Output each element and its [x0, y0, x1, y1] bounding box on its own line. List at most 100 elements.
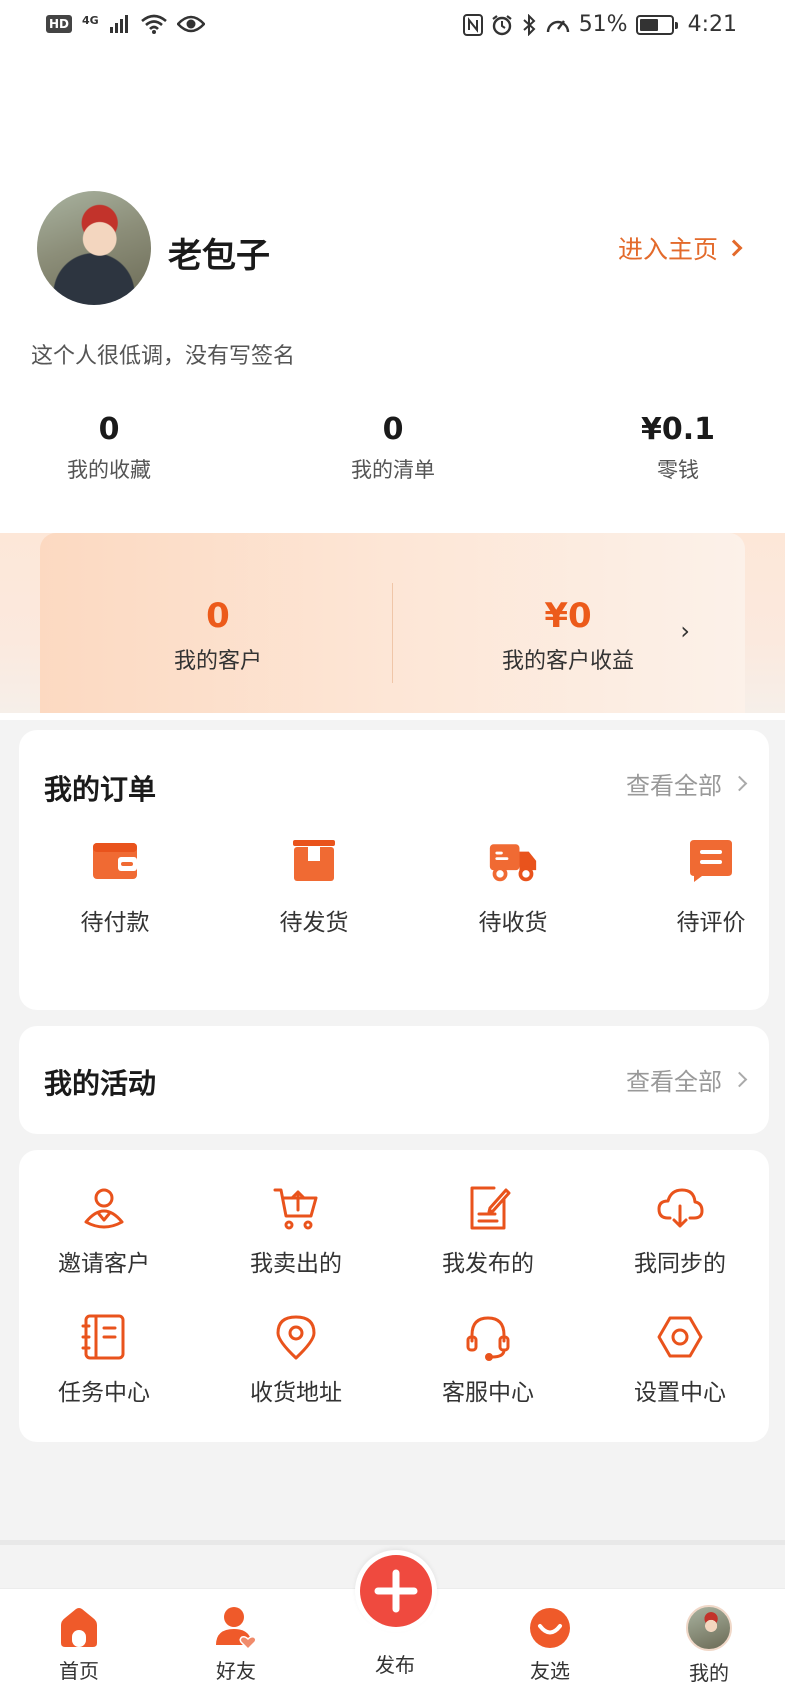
activities-title: 我的活动: [44, 1067, 157, 1100]
services-card: 邀请客户 我卖出的 我发布的 我同步的 任务中心 收货地址 客服中心 设置中心: [19, 1150, 769, 1442]
service-label: 我同步的: [634, 1251, 726, 1277]
stat-favorites[interactable]: 0 我的收藏: [9, 410, 209, 484]
stat-label: 我的收藏: [67, 458, 151, 482]
customer-banner: 0 我的客户 ¥0 我的客户收益 ›: [0, 533, 785, 713]
service-sold-by-me[interactable]: 我卖出的: [211, 1184, 381, 1278]
alarm-icon: [492, 14, 512, 35]
publish-button-ring[interactable]: [355, 1550, 437, 1632]
notebook-icon: [81, 1314, 125, 1360]
comment-icon: [690, 840, 732, 882]
enter-homepage-label: 进入主页: [617, 235, 718, 264]
stat-label: 我的清单: [351, 458, 435, 482]
network-type: 4G: [82, 14, 99, 27]
location-pin-icon: [276, 1315, 316, 1360]
customer-earnings-value: ¥0: [544, 596, 592, 636]
activities-card: 我的活动 查看全部: [19, 1026, 769, 1134]
status-bar: HD 4G 51% 4:21: [0, 0, 785, 56]
order-pending-shipment[interactable]: 待发货: [244, 835, 384, 937]
tab-friends[interactable]: 好友: [181, 1605, 291, 1684]
publish-button[interactable]: [360, 1555, 432, 1627]
stat-list[interactable]: 0 我的清单: [293, 410, 493, 484]
wifi-icon: [140, 14, 167, 34]
headset-icon: [466, 1316, 510, 1361]
divider: [392, 583, 393, 683]
order-pending-receipt[interactable]: 待收货: [443, 835, 583, 937]
avatar[interactable]: [37, 191, 151, 305]
customer-count: 0: [206, 596, 230, 636]
view-all-label: 查看全部: [626, 772, 722, 800]
chevron-right-icon: ›: [680, 617, 690, 645]
cloud-sync-icon: [657, 1188, 704, 1228]
stat-wallet[interactable]: ¥0.1 零钱: [578, 410, 778, 484]
view-all-label: 查看全部: [626, 1068, 722, 1096]
tab-label: 我的: [689, 1661, 729, 1685]
tab-me[interactable]: 我的: [654, 1605, 764, 1686]
customer-count-label: 我的客户: [173, 649, 262, 674]
service-label: 邀请客户: [58, 1251, 150, 1277]
tab-home[interactable]: 首页: [24, 1605, 134, 1684]
stat-value: 0: [382, 412, 404, 447]
plus-icon: [374, 1569, 418, 1613]
divider: [0, 1540, 785, 1545]
battery-percent: 51%: [578, 12, 628, 37]
settings-hexagon-icon: [657, 1316, 703, 1358]
bottom-navigation: 首页 好友 发布 友选 我的: [0, 1550, 785, 1701]
eye-icon: [176, 15, 205, 33]
service-label: 设置中心: [634, 1380, 726, 1406]
chevron-right-icon: [731, 1071, 748, 1088]
tab-selection[interactable]: 友选: [495, 1605, 605, 1684]
chevron-right-icon: [725, 239, 743, 257]
bluetooth-icon: [523, 13, 536, 36]
clock: 4:21: [687, 12, 737, 37]
edit-document-icon: [470, 1186, 511, 1230]
orders-card: 我的订单 查看全部 待付款 待发货 待收货 待评价: [19, 730, 769, 1010]
profile-card[interactable]: 老包子 进入主页 这个人很低调，没有写签名: [0, 183, 785, 383]
order-label: 待收货: [478, 910, 548, 936]
order-pending-payment[interactable]: 待付款: [45, 835, 185, 937]
service-invite-customer[interactable]: 邀请客户: [19, 1184, 189, 1278]
customer-earnings: ¥0 我的客户收益: [438, 595, 698, 675]
tab-label: 好友: [216, 1659, 256, 1683]
customer-earnings-label: 我的客户收益: [501, 649, 634, 674]
avatar: [686, 1605, 732, 1651]
enter-homepage-link[interactable]: 进入主页: [617, 230, 743, 266]
truck-icon: [489, 844, 537, 882]
wallet-icon: [93, 843, 137, 879]
username: 老包子: [168, 236, 270, 276]
stat-label: 零钱: [657, 458, 699, 482]
user-signature: 这个人很低调，没有写签名: [31, 344, 296, 369]
activities-view-all-link[interactable]: 查看全部: [626, 1062, 748, 1097]
service-label: 我发布的: [442, 1251, 534, 1277]
hd-badge: HD: [46, 15, 73, 33]
order-pending-review[interactable]: 待评价: [641, 835, 781, 937]
speed-icon: [546, 19, 569, 32]
service-label: 客服中心: [442, 1380, 534, 1406]
customer-summary-card[interactable]: 0 我的客户 ¥0 我的客户收益 ›: [40, 533, 745, 713]
friends-icon: [216, 1607, 257, 1649]
service-settings-center[interactable]: 设置中心: [595, 1313, 765, 1407]
nfc-icon: [462, 13, 483, 36]
tab-label: 友选: [530, 1659, 570, 1683]
service-shipping-address[interactable]: 收货地址: [211, 1313, 381, 1407]
order-label: 待评价: [676, 910, 746, 936]
home-icon: [61, 1608, 97, 1647]
orders-title: 我的订单: [44, 773, 157, 806]
service-task-center[interactable]: 任务中心: [19, 1313, 189, 1407]
stat-value: ¥0.1: [640, 412, 716, 447]
service-synced-by-me[interactable]: 我同步的: [595, 1184, 765, 1278]
order-label: 待付款: [80, 910, 150, 936]
tab-label: 首页: [59, 1659, 99, 1683]
chevron-right-icon: [731, 775, 748, 792]
service-label: 收货地址: [250, 1380, 342, 1406]
service-published-by-me[interactable]: 我发布的: [403, 1184, 573, 1278]
service-customer-service[interactable]: 客服中心: [403, 1313, 573, 1407]
signal-icon: [109, 15, 128, 33]
smile-icon: [530, 1608, 570, 1648]
stats-row: 0 我的收藏 0 我的清单 ¥0.1 零钱: [0, 410, 785, 490]
my-customers: 0 我的客户: [88, 595, 348, 675]
service-label: 我卖出的: [250, 1251, 342, 1277]
orders-view-all-link[interactable]: 查看全部: [626, 766, 748, 801]
battery-icon: [635, 14, 678, 35]
box-icon: [293, 840, 335, 881]
publish-label: 发布: [375, 1653, 415, 1677]
